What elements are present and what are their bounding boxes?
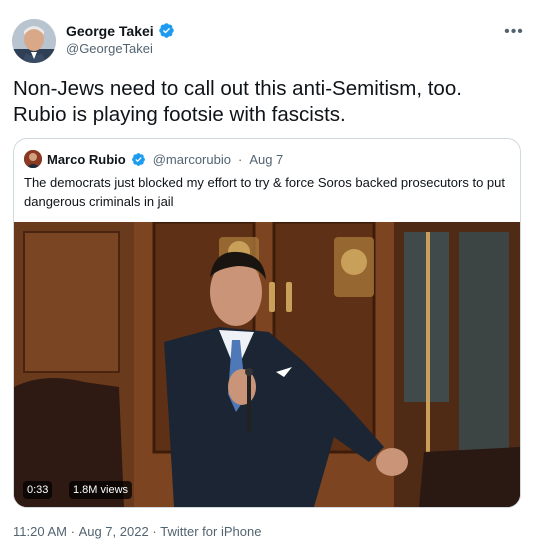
quoted-header: Marco Rubio @marcorubio · Aug 7 [24,150,283,168]
tweet-card: George Takei @GeorgeTakei ••• Non-Jews n… [0,0,537,554]
meta-separator: · [70,524,75,540]
quoted-author-handle[interactable]: @marcorubio [153,152,231,167]
tweet-text-line-1: Non-Jews need to call out this anti-Semi… [13,77,462,100]
video-views: 1.8M views [69,481,133,499]
quoted-text: The democrats just blocked my effort to … [24,175,505,209]
quoted-tweet[interactable]: Marco Rubio @marcorubio · Aug 7 The demo… [13,138,521,508]
quoted-author-avatar[interactable] [24,150,42,168]
author-handle[interactable]: @GeorgeTakei [66,41,153,56]
video-frame [14,222,520,507]
tweet-time[interactable]: 11:20 AM [13,524,67,539]
author-avatar[interactable] [12,19,56,63]
author-name[interactable]: George Takei [66,23,154,39]
quoted-date[interactable]: Aug 7 [249,152,283,167]
tweet-text-line-2: Rubio is playing footsie with fascists. [13,103,346,126]
tweet-text: Non-Jews need to call out this anti-Semi… [13,76,513,128]
quoted-author-name[interactable]: Marco Rubio [47,152,126,167]
quoted-separator: · [237,151,243,167]
tweet-source[interactable]: Twitter for iPhone [160,524,261,539]
verified-badge-icon [158,22,175,39]
video-duration: 0:33 [23,481,53,499]
meta-separator: · [152,524,157,540]
author-name-row[interactable]: George Takei [66,22,175,39]
verified-badge-icon [131,152,146,167]
more-options-icon[interactable]: ••• [498,18,530,46]
quoted-video[interactable]: 0:33 1.8M views [14,222,520,507]
tweet-meta: 11:20 AM · Aug 7, 2022 · Twitter for iPh… [13,523,261,539]
tweet-date[interactable]: Aug 7, 2022 [79,524,149,539]
